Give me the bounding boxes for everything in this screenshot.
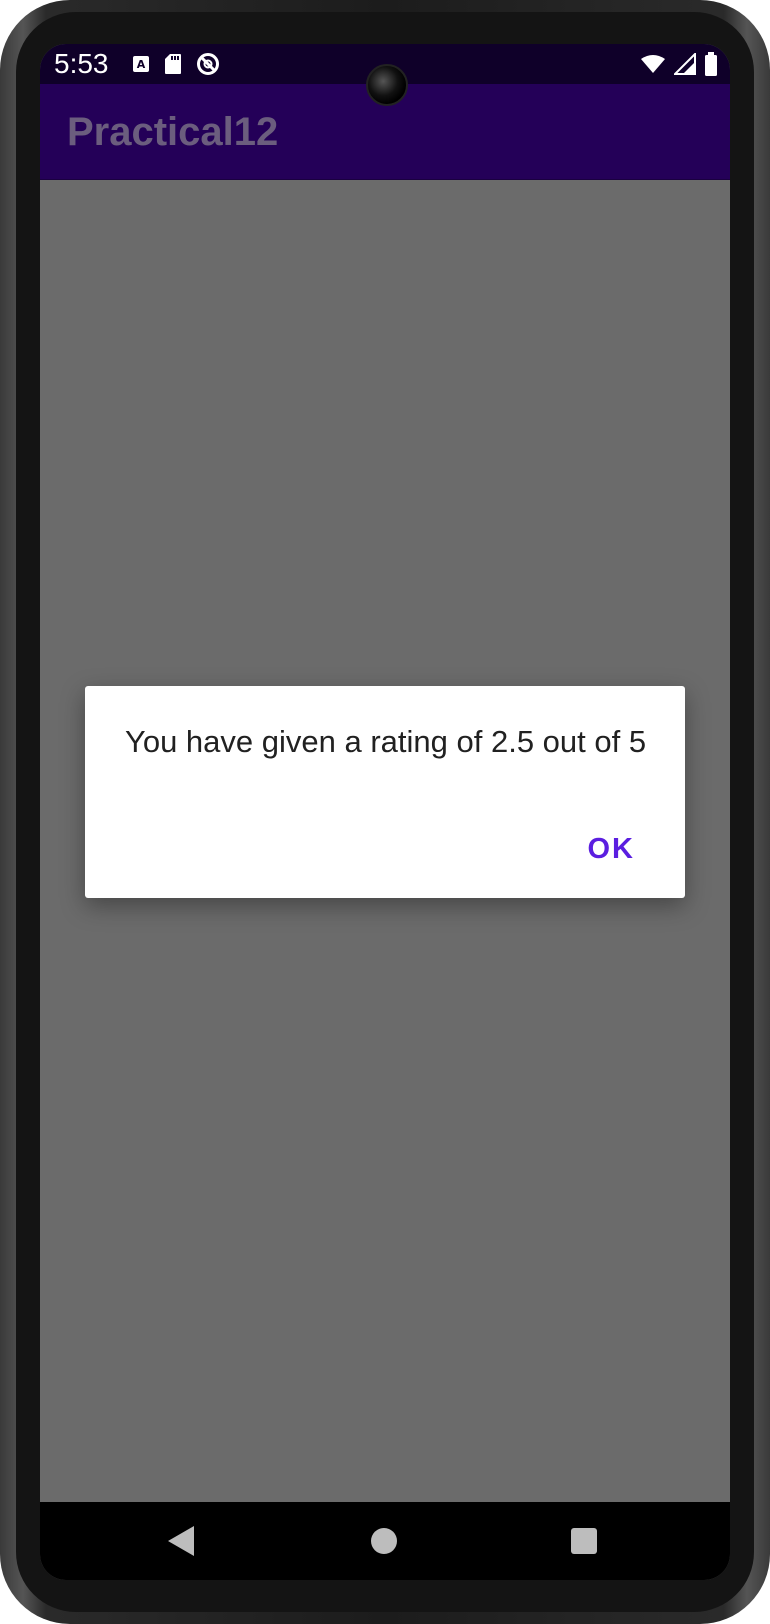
phone-frame: 5:53 A Practical12 You have given a rati… xyxy=(0,0,770,1624)
sd-card-icon xyxy=(164,53,182,80)
rating-alert-dialog: You have given a rating of 2.5 out of 5 … xyxy=(85,686,685,898)
text-a-icon: A xyxy=(132,54,150,79)
status-notification-icons: A xyxy=(132,52,220,81)
recents-icon[interactable] xyxy=(571,1528,597,1554)
ok-button[interactable]: OK xyxy=(578,829,646,870)
navigation-bar xyxy=(40,1502,730,1580)
front-camera xyxy=(366,64,408,106)
status-system-icons xyxy=(640,51,718,81)
svg-text:A: A xyxy=(137,58,146,71)
app-title: Practical12 xyxy=(67,110,279,154)
do-not-disturb-icon xyxy=(196,52,220,81)
home-icon[interactable] xyxy=(371,1528,397,1554)
cell-signal-icon xyxy=(672,51,696,80)
dialog-message: You have given a rating of 2.5 out of 5 xyxy=(125,724,647,759)
back-icon[interactable] xyxy=(168,1526,194,1556)
status-time: 5:53 xyxy=(54,48,109,79)
wifi-icon xyxy=(640,54,666,79)
phone-screen: 5:53 A Practical12 You have given a rati… xyxy=(40,44,730,1580)
battery-icon xyxy=(704,52,718,81)
